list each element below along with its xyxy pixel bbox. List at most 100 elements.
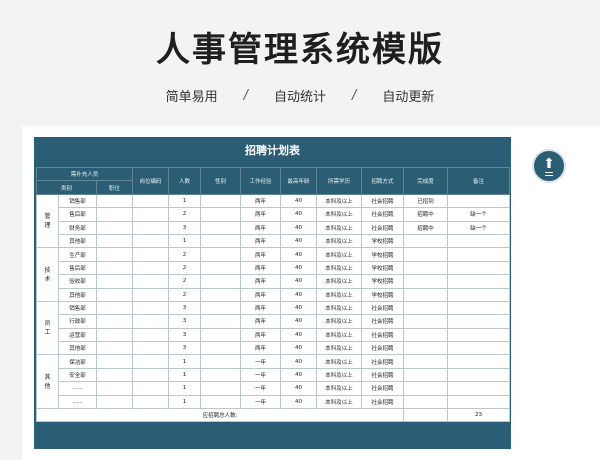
- education-cell: 本科及以上: [316, 300, 363, 316]
- experience-cell: 一年: [240, 381, 282, 396]
- dept-cell: 其他部: [58, 233, 97, 249]
- separator: /: [243, 88, 248, 103]
- table-row: 其他部 3 两年 40 本科及以上 社会招聘: [37, 341, 511, 356]
- total-row: 应招聘总人数: 23: [35, 408, 511, 423]
- remark-cell: [447, 274, 511, 289]
- status-cell: [403, 341, 449, 356]
- gender-cell: [200, 220, 242, 235]
- dept-cell: 运营部: [58, 327, 97, 343]
- status-cell: [403, 300, 449, 316]
- status-cell: 招聘中: [403, 220, 449, 235]
- category-cell: 员 工: [36, 300, 59, 356]
- method-cell: 社会招聘: [361, 381, 405, 396]
- experience-cell: 一年: [240, 394, 282, 410]
- remark-cell: [447, 247, 511, 262]
- max-age-cell: 40: [280, 314, 318, 329]
- experience-cell: 两年: [240, 274, 282, 289]
- experience-cell: 两年: [240, 247, 282, 262]
- table-row: 其他部 2 两年 40 本科及以上 学校招聘: [37, 287, 511, 302]
- method-cell: 学校招聘: [361, 260, 405, 276]
- position-cell: [95, 327, 134, 343]
- count-cell: 1: [168, 193, 202, 209]
- education-cell: 本科及以上: [316, 207, 363, 222]
- status-cell: [403, 354, 449, 369]
- position-cell: [95, 193, 134, 209]
- experience-cell: 两年: [240, 193, 282, 209]
- method-cell: 学校招聘: [361, 287, 405, 302]
- education-cell: 本科及以上: [316, 341, 363, 356]
- experience-cell: 一年: [240, 354, 282, 369]
- position-cell: [95, 207, 134, 222]
- status-cell: [403, 327, 449, 343]
- education-cell: 本科及以上: [316, 367, 363, 383]
- education-cell: 本科及以上: [316, 220, 363, 235]
- count-cell: 3: [168, 300, 202, 316]
- code-cell: [132, 327, 170, 343]
- gender-cell: [200, 287, 242, 302]
- education-cell: 本科及以上: [316, 394, 363, 410]
- method-cell: 社会招聘: [361, 220, 405, 235]
- page-title: 人事管理系统模版: [156, 30, 444, 70]
- count-cell: 1: [168, 394, 202, 410]
- max-age-cell: 40: [280, 287, 318, 302]
- gender-cell: [200, 207, 242, 222]
- max-age-cell: 40: [280, 394, 318, 410]
- gender-cell: [200, 233, 242, 249]
- header-remark: 备注: [447, 167, 511, 195]
- count-cell: 2: [168, 287, 202, 302]
- code-cell: [132, 233, 170, 249]
- feature-update: 自动更新: [382, 90, 435, 105]
- dept-cell: 销售部: [58, 193, 97, 209]
- header-needs: 需补充人员: [35, 166, 134, 182]
- method-cell: 社会招聘: [361, 327, 405, 343]
- code-cell: [132, 274, 170, 289]
- code-cell: [132, 314, 170, 329]
- education-cell: 本科及以上: [316, 314, 363, 329]
- table-row: 运营部 3 两年 40 本科及以上 社会招聘: [37, 327, 511, 343]
- method-cell: 社会招聘: [361, 193, 405, 209]
- method-cell: 社会招聘: [361, 314, 405, 329]
- dept-cell: 行政部: [58, 314, 97, 329]
- gender-cell: [200, 327, 242, 343]
- count-cell: 1: [168, 381, 202, 396]
- experience-cell: 两年: [240, 233, 282, 249]
- code-cell: [132, 207, 170, 222]
- position-cell: [95, 274, 134, 289]
- table-row: 售后部 2 两年 40 本科及以上 社会招聘 招聘中 缺一个: [37, 207, 511, 222]
- code-cell: [132, 354, 170, 369]
- remark-cell: 缺一个: [447, 220, 511, 235]
- gender-cell: [200, 381, 242, 396]
- dept-cell: ......: [58, 381, 97, 396]
- table-row: ...... 1 一年 40 本科及以上 社会招聘: [37, 394, 511, 410]
- total-value: 23: [447, 408, 511, 423]
- method-cell: 社会招聘: [361, 207, 405, 222]
- status-cell: [403, 381, 449, 396]
- position-cell: [95, 381, 134, 396]
- education-cell: 本科及以上: [316, 233, 363, 249]
- remark-cell: [447, 233, 511, 249]
- table-row: 其 他保洁部 1 一年 40 本科及以上 社会招聘: [36, 354, 511, 410]
- gender-cell: [200, 354, 242, 369]
- header-category: 类别: [36, 180, 97, 195]
- position-cell: [95, 394, 134, 410]
- remark-cell: [447, 193, 511, 209]
- dept-cell: 其他部: [58, 341, 97, 356]
- max-age-cell: 40: [280, 233, 318, 249]
- status-cell: [403, 394, 449, 410]
- recruitment-sheet: 招聘计划表 需补充人员 岗位编码 人数 性别 工作经验 最高年龄 所需学历 招聘…: [34, 137, 511, 449]
- count-cell: 2: [168, 207, 202, 222]
- max-age-cell: 40: [280, 193, 318, 209]
- table-row: 管 理销售部 1 两年 40 本科及以上 社会招聘 已招到: [36, 193, 511, 249]
- max-age-cell: 40: [280, 381, 318, 396]
- recruitment-table: 需补充人员 岗位编码 人数 性别 工作经验 最高年龄 所需学历 招聘方式 完成度…: [35, 166, 511, 423]
- code-cell: [132, 341, 170, 356]
- method-cell: 社会招聘: [361, 300, 405, 316]
- status-cell: [403, 247, 449, 262]
- dept-cell: 验收部: [58, 274, 97, 289]
- remark-cell: [447, 367, 511, 383]
- dept-cell: 财务部: [58, 220, 97, 235]
- gender-cell: [200, 394, 242, 410]
- gender-cell: [200, 247, 242, 262]
- back-to-top-button[interactable]: ⬆: [532, 149, 566, 183]
- experience-cell: 两年: [240, 341, 282, 356]
